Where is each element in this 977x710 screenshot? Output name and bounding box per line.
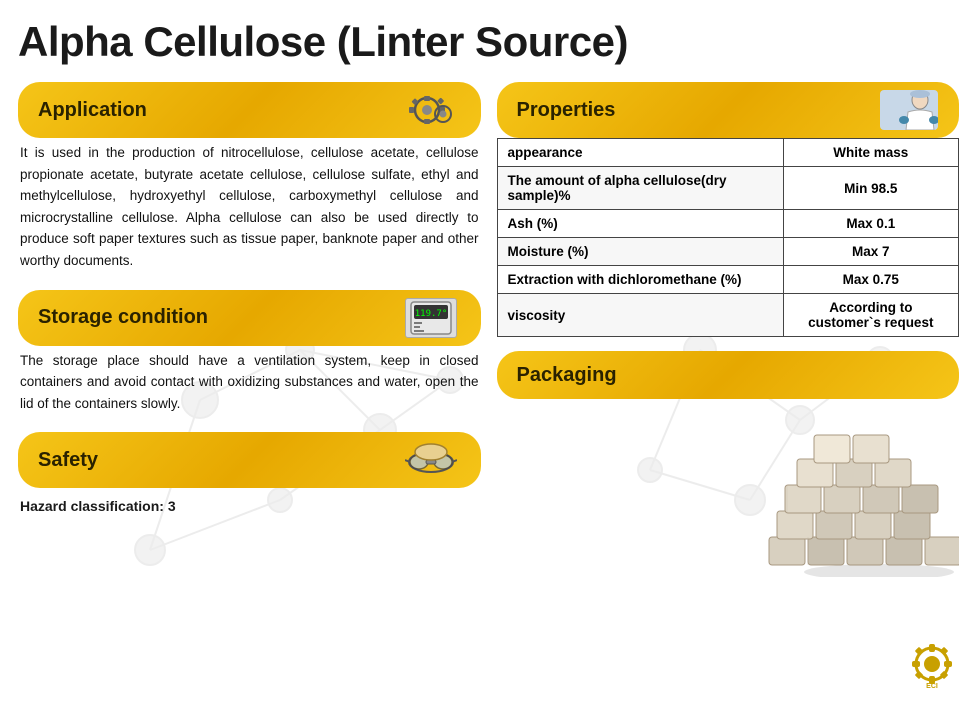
property-value: Max 7 xyxy=(783,238,958,266)
storage-title: Storage condition xyxy=(38,306,208,329)
property-name: Ash (%) xyxy=(497,210,783,238)
bags-svg xyxy=(749,407,959,577)
safety-section: Safety xyxy=(18,432,481,518)
svg-text:ECI: ECI xyxy=(926,683,938,690)
packaging-image xyxy=(497,399,960,577)
table-row: Extraction with dichloromethane (%)Max 0… xyxy=(497,266,959,294)
hazard-classification: Hazard classification: 3 xyxy=(18,494,481,518)
safety-goggles-icon xyxy=(401,440,461,480)
table-row: The amount of alpha cellulose(dry sample… xyxy=(497,167,959,210)
property-name: Moisture (%) xyxy=(497,238,783,266)
lab-worker-icon xyxy=(879,90,939,130)
properties-table: appearanceWhite massThe amount of alpha … xyxy=(497,138,960,337)
safety-title: Safety xyxy=(38,449,98,472)
storage-header: Storage condition 119.7° xyxy=(18,290,481,346)
storage-icon: 119.7° xyxy=(401,298,461,338)
storage-body: The storage place should have a ventilat… xyxy=(18,346,481,419)
property-name: The amount of alpha cellulose(dry sample… xyxy=(497,167,783,210)
storage-section: Storage condition 119.7° xyxy=(18,290,481,419)
properties-header: Properties xyxy=(497,82,960,138)
table-row: Ash (%)Max 0.1 xyxy=(497,210,959,238)
packaging-header: Packaging xyxy=(497,351,960,399)
thermometer-icon: 119.7° xyxy=(405,298,457,338)
property-name: Extraction with dichloromethane (%) xyxy=(497,266,783,294)
application-icon xyxy=(401,90,461,130)
table-row: viscosityAccording to customer`s request xyxy=(497,294,959,337)
packaging-section: Packaging xyxy=(497,351,960,577)
logo-area: ECI xyxy=(904,636,959,696)
page-title: Alpha Cellulose (Linter Source) xyxy=(18,18,959,66)
left-column: Application xyxy=(18,82,481,577)
safety-header: Safety xyxy=(18,432,481,488)
application-header: Application xyxy=(18,82,481,138)
property-name: appearance xyxy=(497,139,783,167)
right-column: Properties xyxy=(497,82,960,577)
property-value: Max 0.75 xyxy=(783,266,958,294)
application-section: Application xyxy=(18,82,481,276)
property-value: Max 0.1 xyxy=(783,210,958,238)
svg-text:119.7°: 119.7° xyxy=(414,309,447,319)
properties-title: Properties xyxy=(517,99,616,122)
packaging-title: Packaging xyxy=(517,364,617,387)
property-value: White mass xyxy=(783,139,958,167)
application-body: It is used in the production of nitrocel… xyxy=(18,138,481,276)
company-logo: ECI xyxy=(904,636,959,691)
property-name: viscosity xyxy=(497,294,783,337)
page-wrapper: Alpha Cellulose (Linter Source) Applicat… xyxy=(0,0,977,710)
table-row: Moisture (%)Max 7 xyxy=(497,238,959,266)
application-title: Application xyxy=(38,99,147,122)
table-row: appearanceWhite mass xyxy=(497,139,959,167)
property-value: According to customer`s request xyxy=(783,294,958,337)
content-grid: Application xyxy=(18,82,959,577)
property-value: Min 98.5 xyxy=(783,167,958,210)
properties-section: Properties xyxy=(497,82,960,337)
